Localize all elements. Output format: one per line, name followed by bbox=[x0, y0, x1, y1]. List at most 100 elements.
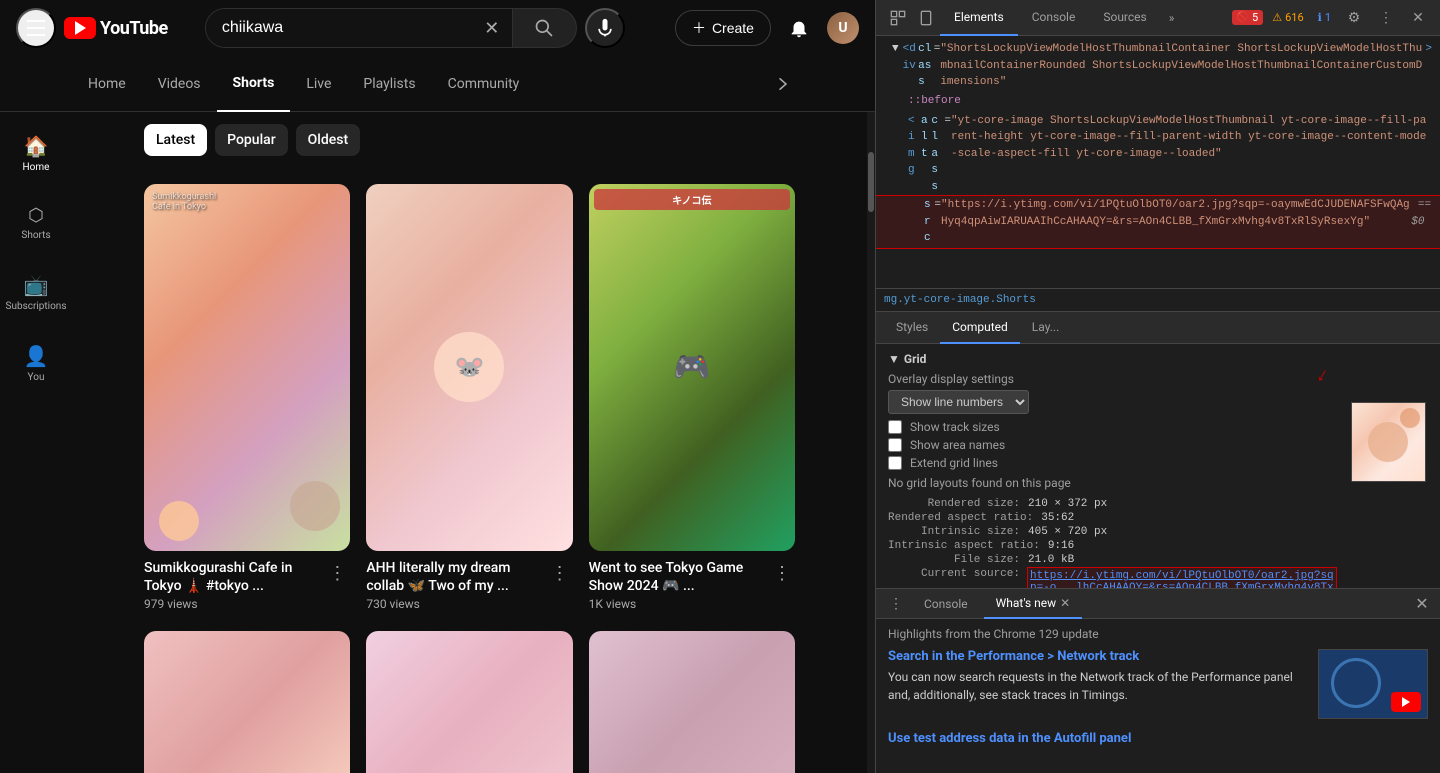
error-badge[interactable]: 🚫 5 bbox=[1232, 10, 1264, 25]
tab-elements-label: Elements bbox=[954, 10, 1004, 24]
breadcrumb-text[interactable]: mg.yt-core-image.Shorts bbox=[884, 294, 1036, 306]
tab-computed[interactable]: Computed bbox=[940, 312, 1020, 344]
error-icon: 🚫 bbox=[1237, 12, 1249, 23]
chip-oldest[interactable]: Oldest bbox=[296, 124, 360, 156]
show-line-numbers-select[interactable]: Show line numbers bbox=[888, 390, 1029, 414]
breadcrumb: mg.yt-core-image.Shorts bbox=[876, 288, 1440, 312]
grid-title[interactable]: ▼ Grid bbox=[888, 352, 1336, 366]
nav-live[interactable]: Live bbox=[290, 56, 347, 112]
video-thumb-6: 🐾 bbox=[589, 631, 795, 773]
whats-new-title-1[interactable]: Search in the Performance > Network trac… bbox=[888, 649, 1306, 664]
device-mode-button[interactable] bbox=[912, 4, 940, 32]
html-line-div[interactable]: ▼ <div class="ShortsLockupViewModelHostT… bbox=[876, 40, 1440, 92]
video-menu-1[interactable]: ⋮ bbox=[324, 559, 350, 588]
tab-whats-new[interactable]: What's new ✕ bbox=[984, 589, 1083, 619]
video-menu-3[interactable]: ⋮ bbox=[769, 559, 795, 588]
video-card-6[interactable]: 🐾 ⋮ bbox=[589, 631, 795, 773]
nav-shorts[interactable]: Shorts bbox=[217, 56, 291, 112]
search-clear-button[interactable]: ✕ bbox=[472, 9, 512, 47]
tag-close: > bbox=[1425, 41, 1432, 58]
sidebar-item-home[interactable]: 🏠 Home bbox=[4, 120, 68, 187]
expand-arrow[interactable]: ▼ bbox=[892, 41, 899, 58]
rendered-ratio-label: Rendered aspect ratio: bbox=[888, 512, 1041, 524]
html-view: ▼ <div class="ShortsLockupViewModelHostT… bbox=[876, 36, 1440, 288]
circle-graphic bbox=[1331, 658, 1381, 708]
video-card-1[interactable]: SumikkogurashiCafe in Tokyo Sumikkoguras… bbox=[144, 184, 350, 615]
video-menu-2[interactable]: ⋮ bbox=[547, 559, 573, 588]
show-track-sizes-checkbox[interactable] bbox=[888, 420, 902, 434]
chip-latest[interactable]: Latest bbox=[144, 124, 207, 156]
nav-videos[interactable]: Videos bbox=[142, 56, 217, 112]
whats-new-text-1: Search in the Performance > Network trac… bbox=[888, 649, 1306, 704]
autofill-link: Use test address data in the Autofill pa… bbox=[888, 731, 1131, 746]
tab-console[interactable]: Console bbox=[1018, 0, 1090, 36]
settings-button[interactable]: ⚙ bbox=[1340, 4, 1368, 32]
whats-new-item-1: Search in the Performance > Network trac… bbox=[888, 649, 1428, 719]
search-button[interactable] bbox=[513, 8, 577, 48]
scrollbar-thumb[interactable] bbox=[868, 152, 874, 212]
avatar-initials: U bbox=[838, 20, 847, 36]
attr-class2: class bbox=[931, 113, 944, 196]
hamburger-menu-button[interactable] bbox=[16, 8, 56, 48]
sidebar-subscriptions-label: Subscriptions bbox=[6, 301, 67, 312]
extend-grid-lines-checkbox[interactable] bbox=[888, 456, 902, 470]
tab-styles[interactable]: Styles bbox=[884, 312, 940, 344]
page-scrollbar[interactable] bbox=[867, 112, 875, 773]
show-area-names-checkbox[interactable] bbox=[888, 438, 902, 452]
console-panel-close[interactable]: ✕ bbox=[1412, 594, 1432, 614]
extend-grid-lines-row: Extend grid lines bbox=[888, 456, 1336, 470]
current-source-label: Current source: bbox=[888, 568, 1028, 588]
youtube-logo[interactable]: YouTube bbox=[64, 17, 168, 39]
html-line-before[interactable]: ::before bbox=[876, 92, 1440, 112]
html-line-img[interactable]: <img alt class="yt-core-image ShortsLock… bbox=[876, 112, 1440, 197]
video-info-2: AHH literally my dream collab 🦋 Two of m… bbox=[366, 551, 572, 615]
voice-search-button[interactable] bbox=[585, 8, 625, 48]
sidebar-item-you[interactable]: 👤 You bbox=[4, 330, 68, 397]
inspect-element-button[interactable] bbox=[884, 4, 912, 32]
image-thumb-preview bbox=[1351, 402, 1426, 482]
nav-home[interactable]: Home bbox=[72, 56, 142, 112]
search-input[interactable] bbox=[206, 9, 472, 47]
console-dots-button[interactable]: ⋮ bbox=[884, 592, 908, 616]
tab-layout[interactable]: Lay... bbox=[1020, 312, 1071, 344]
tab-elements[interactable]: Elements bbox=[940, 0, 1018, 36]
sidebar-home-label: Home bbox=[23, 162, 50, 173]
sidebar-item-subscriptions[interactable]: 📺 Subscriptions bbox=[4, 259, 68, 326]
panel-tabs: Styles Computed Lay... bbox=[876, 312, 1440, 344]
eq2: = bbox=[944, 113, 951, 130]
sidebar-item-shorts[interactable]: ⬡ Shorts bbox=[4, 191, 68, 255]
right-panel-body: ▼ Grid Overlay display settings Show lin… bbox=[876, 344, 1440, 588]
video-card-3[interactable]: キノコ伝 🎮 Went to see Tokyo Game Show 2024 … bbox=[589, 184, 795, 615]
video-card-2[interactable]: 🐭 AHH literally my dream collab 🦋 Two of… bbox=[366, 184, 572, 615]
tab-whats-new-label: What's new bbox=[996, 596, 1057, 610]
whats-new-close[interactable]: ✕ bbox=[1060, 596, 1070, 610]
info-badge[interactable]: ℹ 1 bbox=[1313, 10, 1336, 25]
notifications-button[interactable] bbox=[779, 8, 819, 48]
shorts-icon: ⬡ bbox=[28, 205, 44, 226]
nav-more-button[interactable] bbox=[763, 64, 803, 104]
nav-playlists[interactable]: Playlists bbox=[347, 56, 431, 112]
video-title-3: Went to see Tokyo Game Show 2024 🎮 ... bbox=[589, 559, 761, 595]
nav-community[interactable]: Community bbox=[432, 56, 536, 112]
html-line-src[interactable]: src="https://i.ytimg.com/vi/1PQtuOlbOT0/… bbox=[876, 196, 1440, 248]
warn-badge[interactable]: ⚠ 616 bbox=[1267, 10, 1308, 25]
video-card-4[interactable]: 🍡 ⋮ bbox=[144, 631, 350, 773]
avatar[interactable]: U bbox=[827, 12, 859, 44]
youtube-watermark bbox=[1391, 692, 1421, 712]
tab-more-button[interactable]: » bbox=[1161, 11, 1183, 25]
chip-popular[interactable]: Popular bbox=[215, 124, 288, 156]
tab-sources[interactable]: Sources bbox=[1089, 0, 1160, 36]
more-options-button[interactable]: ⋮ bbox=[1372, 4, 1400, 32]
current-source-url[interactable]: https://i.ytimg.com/vi/lPQtuOlbOT0/oar2.… bbox=[1028, 568, 1336, 588]
search-icon bbox=[534, 18, 554, 38]
close-devtools-button[interactable]: ✕ bbox=[1404, 4, 1432, 32]
video-card-5[interactable]: 🌸 ⋮ bbox=[366, 631, 572, 773]
create-button[interactable]: ＋ Create bbox=[675, 10, 771, 46]
image-preview-thumb: ↓ ↓ bbox=[1348, 402, 1428, 588]
tab-console-bottom[interactable]: Console bbox=[912, 589, 980, 619]
image-size-info: Rendered size: 210 × 372 px Rendered asp… bbox=[888, 498, 1336, 588]
microphone-icon bbox=[595, 18, 615, 38]
whats-new-title-2[interactable]: Use test address data in the Autofill pa… bbox=[888, 731, 1428, 746]
show-track-sizes-label: Show track sizes bbox=[910, 420, 1000, 434]
attr-alt: alt bbox=[921, 113, 931, 163]
